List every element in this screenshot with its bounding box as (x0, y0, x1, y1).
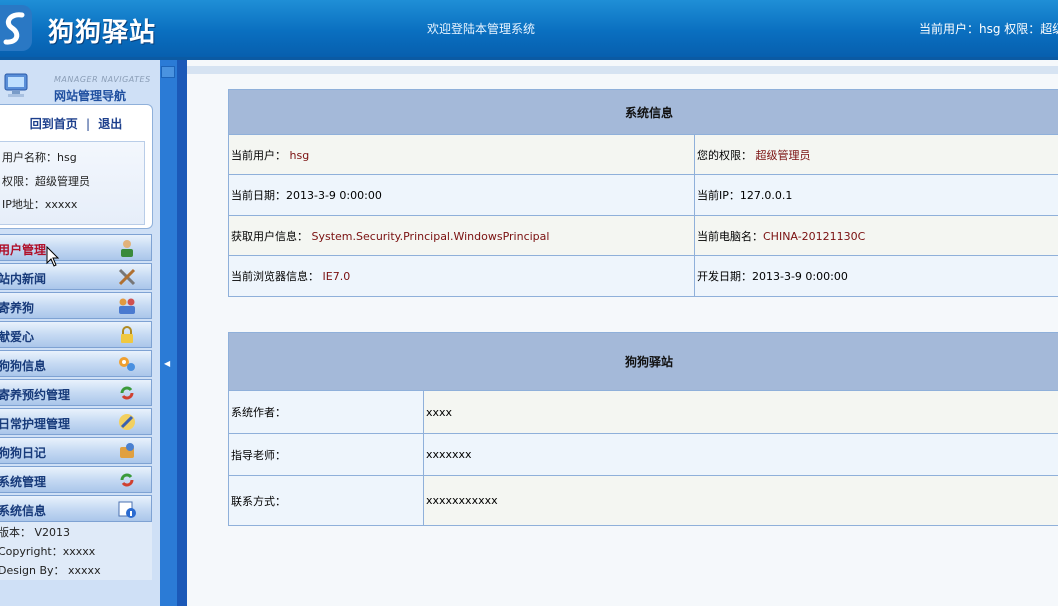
menu-item-daily-care[interactable]: 日常护理管理 (0, 408, 152, 435)
contact-value: xxxxxxxxxxx (423, 475, 1058, 526)
refresh-icon (120, 386, 134, 400)
logout-link[interactable]: 退出 (98, 117, 122, 131)
menu-label: 狗狗信息 (0, 359, 47, 373)
menu-label: 狗狗日记 (0, 446, 47, 460)
browser-cell: 当前浏览器信息： IE7.0 (228, 255, 695, 297)
nav-banner: MANAGER NAVIGATES 网站管理导航 (0, 64, 154, 106)
group-icon (119, 298, 135, 314)
edit-icon (119, 414, 135, 430)
advisor-label: 指导老师： (228, 433, 424, 476)
computer-icon (4, 73, 28, 97)
design-by-text: Design By： xxxxx (0, 564, 101, 577)
copyright-text: Copyright：xxxxx (0, 545, 96, 558)
box-icon (120, 443, 134, 458)
role-line: 权限：超级管理员 (2, 175, 90, 188)
sidebar: MANAGER NAVIGATES 网站管理导航 回到首页 | 退出 用户名称：… (0, 60, 160, 606)
date-value: 2013-3-9 0:00:00 (286, 189, 382, 202)
computer-value: CHINA-20121130C (763, 229, 866, 243)
ip-cell: 当前IP：127.0.0.1 (694, 174, 1058, 216)
menu-label: 站内新闻 (0, 272, 47, 286)
menu-label: 寄养狗 (0, 301, 35, 315)
menu-item-system-management[interactable]: 系统管理 (0, 466, 152, 493)
version-text: 版本： V2013 (0, 526, 71, 539)
logo-icon (0, 5, 32, 51)
info-icon (118, 501, 136, 518)
menu-item-dog-info[interactable]: 狗狗信息 (0, 350, 152, 377)
ip-value: 127.0.0.1 (739, 189, 793, 202)
username-line: 用户名称：hsg (2, 151, 77, 164)
role-label: 您的权限： (697, 148, 752, 162)
menu-label: 系统信息 (0, 504, 47, 518)
welcome-text: 欢迎登陆本管理系统 (427, 22, 536, 36)
menu-item-foster-booking[interactable]: 寄养预约管理 (0, 379, 152, 406)
top-header: 狗狗驿站 欢迎登陆本管理系统 当前用户：hsg 权限：超级 (0, 0, 1058, 60)
menu-item-user-management[interactable]: 用户管理 (0, 234, 152, 261)
identity-cell: 获取用户信息： System.Security.Principal.Window… (228, 215, 695, 256)
browser-label: 当前浏览器信息： (231, 270, 319, 283)
menu-item-system-info[interactable]: 系统信息 (0, 495, 152, 522)
author-value: xxxx (423, 390, 1058, 434)
date-label: 当前日期： (231, 189, 286, 202)
user-icon (121, 240, 133, 257)
dev-date-cell: 开发日期：2013-3-9 0:00:00 (694, 255, 1058, 297)
current-user-label: 当前用户： (231, 148, 286, 162)
browser-value: IE7.0 (322, 270, 351, 283)
menu-label: 寄养预约管理 (0, 388, 71, 402)
dev-date-value: 2013-3-9 0:00:00 (752, 270, 848, 283)
main-content: 系统信息 当前用户： hsg 您的权限： 超级管理员 当前日期：2013-3-9… (187, 60, 1058, 606)
site-info-table: 狗狗驿站 系统作者： xxxx 指导老师： xxxxxxx 联系方式： xxxx… (228, 332, 1058, 526)
main-topbar (187, 66, 1058, 74)
advisor-value: xxxxxxx (423, 433, 1058, 476)
menu-label: 系统管理 (0, 475, 47, 489)
system-info-title: 系统信息 (228, 89, 1058, 135)
contact-label: 联系方式： (228, 475, 424, 526)
menu-item-donate[interactable]: 献爱心 (0, 321, 152, 348)
menu-item-foster-dog[interactable]: 寄养狗 (0, 292, 152, 319)
menu-label: 用户管理 (0, 243, 47, 257)
refresh-icon (120, 473, 134, 487)
scroll-up-button[interactable] (161, 66, 175, 78)
sidebar-footer: 版本： V2013 Copyright：xxxxx Design By： xxx… (0, 522, 152, 580)
collapse-arrow-icon[interactable]: ◀ (164, 359, 170, 368)
identity-value: System.Security.Principal.WindowsPrincip… (311, 229, 550, 243)
login-links: 回到首页 | 退出 (0, 115, 152, 132)
current-user-value: hsg (289, 148, 310, 162)
dev-date-label: 开发日期： (697, 270, 752, 283)
login-box: 回到首页 | 退出 用户名称：hsg 权限：超级管理员 IP地址：xxxxx (0, 104, 153, 229)
current-user-info: 当前用户：hsg 权限：超级 (919, 22, 1058, 36)
date-cell: 当前日期：2013-3-9 0:00:00 (228, 174, 695, 216)
menu-label: 日常护理管理 (0, 417, 71, 431)
link-separator: | (85, 117, 91, 131)
home-link[interactable]: 回到首页 (30, 117, 78, 131)
tools-icon (118, 268, 136, 286)
menu-item-dog-diary[interactable]: 狗狗日记 (0, 437, 152, 464)
role-cell: 您的权限： 超级管理员 (694, 134, 1058, 175)
nav-title: 网站管理导航 (54, 89, 127, 103)
computer-cell: 当前电脑名：CHINA-20121130C (694, 215, 1058, 256)
site-title: 狗狗驿站 (48, 18, 157, 48)
ip-line: IP地址：xxxxx (2, 198, 78, 211)
author-label: 系统作者： (228, 390, 424, 434)
mouse-cursor-icon (46, 246, 60, 267)
user-detail-panel: 用户名称：hsg 权限：超级管理员 IP地址：xxxxx (0, 141, 145, 225)
ip-label: 当前IP： (697, 189, 740, 202)
site-info-title: 狗狗驿站 (228, 332, 1058, 391)
lock-icon (121, 326, 133, 343)
computer-label: 当前电脑名： (697, 229, 763, 243)
gears-icon (119, 357, 135, 371)
current-user-cell: 当前用户： hsg (228, 134, 695, 175)
splitter-edge (177, 60, 187, 606)
menu-item-site-news[interactable]: 站内新闻 (0, 263, 152, 290)
menu-label: 献爱心 (0, 330, 35, 344)
role-value: 超级管理员 (755, 148, 811, 162)
system-info-table: 系统信息 当前用户： hsg 您的权限： 超级管理员 当前日期：2013-3-9… (228, 89, 1058, 297)
identity-label: 获取用户信息： (231, 229, 308, 243)
nav-subtitle: MANAGER NAVIGATES (54, 75, 151, 84)
sidebar-splitter[interactable]: ◀ (160, 60, 177, 606)
